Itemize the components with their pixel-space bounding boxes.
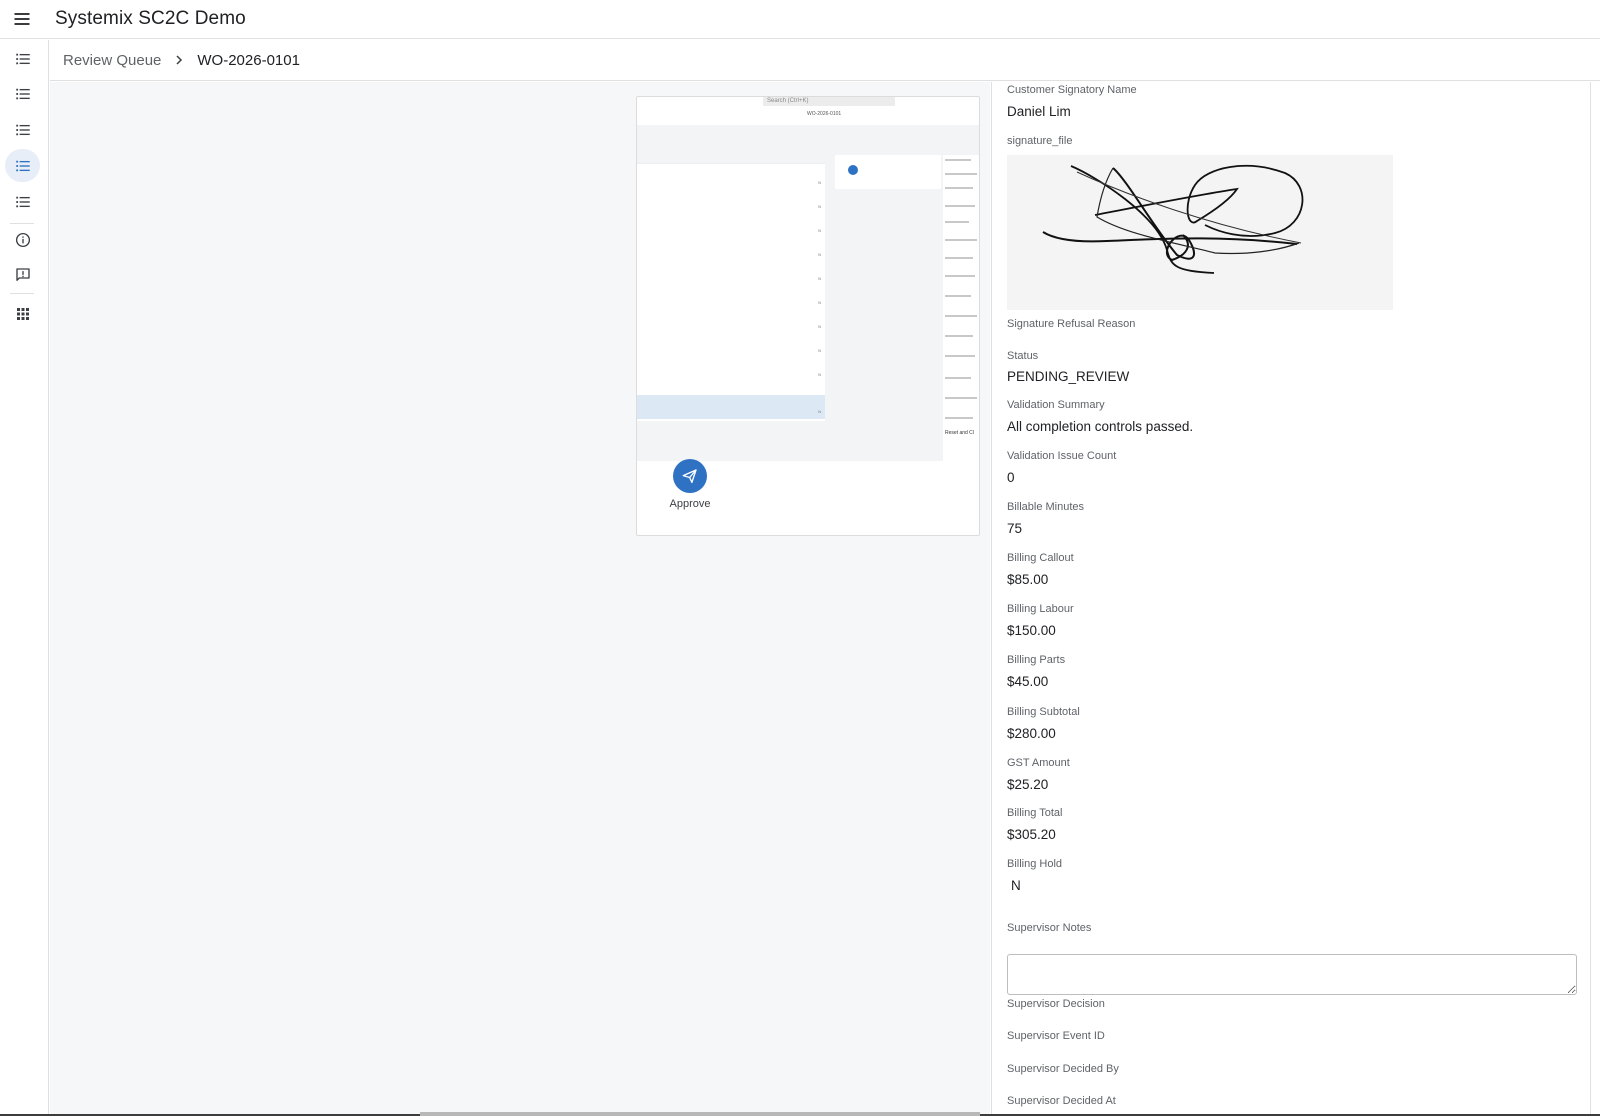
preview-line [945, 315, 977, 317]
preview-line [945, 187, 973, 189]
preview-line [945, 295, 971, 297]
billing-parts-label: Billing Parts [1007, 654, 1066, 666]
preview-side-button: Reset and Cl [945, 430, 974, 436]
preview-line [945, 397, 977, 399]
preview-line [945, 355, 975, 357]
breadcrumb-current: WO-2026-0101 [197, 51, 300, 69]
preview-line [945, 377, 971, 379]
menu-icon[interactable] [0, 0, 44, 39]
billable-minutes-label: Billable Minutes [1007, 501, 1085, 513]
supervisor-decision-label: Supervisor Decision [1007, 998, 1105, 1010]
preview-card: Search (Ctrl+K) WO-2026-0101 N N N N N N… [636, 96, 980, 536]
preview-selected-row: N [637, 395, 825, 419]
billing-total-label: Billing Total [1007, 807, 1063, 819]
preview-row: N [818, 348, 821, 353]
supervisor-notes-label: Supervisor Notes [1007, 922, 1092, 934]
billing-total-value: $305.20 [1007, 827, 1056, 842]
preview-line [945, 221, 969, 223]
signature-image [1007, 155, 1393, 310]
validation-summary-value: All completion controls passed. [1007, 419, 1194, 434]
status-label: Status [1007, 350, 1039, 362]
preview-list: N N N N N N N N N [637, 163, 825, 421]
billing-subtotal-value: $280.00 [1007, 726, 1056, 741]
preview-row: N [818, 276, 821, 281]
preview-line [945, 205, 975, 207]
billing-hold-label: Billing Hold [1007, 858, 1063, 870]
list-icon[interactable] [5, 185, 40, 218]
preview-search: Search (Ctrl+K) [763, 97, 895, 106]
supervisor-decided-at-label: Supervisor Decided At [1007, 1095, 1116, 1107]
customer-signatory-name-value: Daniel Lim [1007, 104, 1071, 119]
billing-hold-value: N [1011, 878, 1021, 893]
customer-signatory-name-label: Customer Signatory Name [1007, 84, 1137, 96]
preview-line [945, 335, 973, 337]
rail-divider [10, 293, 34, 294]
billing-labour-label: Billing Labour [1007, 603, 1074, 615]
preview-line [945, 239, 977, 241]
billing-callout-value: $85.00 [1007, 572, 1049, 587]
supervisor-event-id-label: Supervisor Event ID [1007, 1030, 1105, 1042]
validation-issue-count-label: Validation Issue Count [1007, 450, 1117, 462]
preview-body: N N N N N N N N N N Reset and Cl [637, 125, 979, 461]
billing-callout-label: Billing Callout [1007, 552, 1074, 564]
send-icon[interactable] [673, 459, 707, 493]
validation-summary-label: Validation Summary [1007, 399, 1105, 411]
billing-parts-value: $45.00 [1007, 674, 1049, 689]
preview-search-text: Search (Ctrl+K) [767, 98, 809, 104]
status-value: PENDING_REVIEW [1007, 369, 1130, 384]
chevron-right-icon [173, 54, 185, 66]
signature-file-label: signature_file [1007, 135, 1073, 147]
gst-amount-value: $25.20 [1007, 777, 1049, 792]
list-icon[interactable] [5, 113, 40, 146]
preview-line [945, 159, 971, 161]
preview-mini-card [835, 155, 941, 189]
horizontal-scrollbar[interactable] [420, 1112, 980, 1116]
preview-row: N [818, 204, 821, 209]
detail-panel: Customer Signatory Name Daniel Lim signa… [991, 82, 1591, 1116]
preview-line [945, 417, 973, 419]
main-content: Search (Ctrl+K) WO-2026-0101 N N N N N N… [50, 82, 990, 1116]
breadcrumb-review-queue[interactable]: Review Queue [63, 52, 161, 69]
preview-row: N [818, 324, 821, 329]
list-icon[interactable] [5, 77, 40, 110]
navigation-rail [0, 40, 49, 1116]
feedback-icon[interactable] [5, 258, 40, 291]
breadcrumb: Review Queue WO-2026-0101 [50, 40, 1600, 81]
preview-line [945, 173, 977, 175]
app-title: Systemix SC2C Demo [55, 8, 246, 29]
validation-issue-count-value: 0 [1007, 470, 1015, 485]
supervisor-decided-by-label: Supervisor Decided By [1007, 1063, 1119, 1075]
billing-subtotal-label: Billing Subtotal [1007, 706, 1080, 718]
preview-line [945, 257, 973, 259]
preview-crumb: WO-2026-0101 [807, 111, 842, 117]
preview-header: Search (Ctrl+K) WO-2026-0101 [637, 97, 979, 125]
billing-labour-value: $150.00 [1007, 623, 1056, 638]
app-bar: Systemix SC2C Demo [0, 0, 1600, 39]
preview-row: N [818, 300, 821, 305]
gst-amount-label: GST Amount [1007, 757, 1070, 769]
preview-row: N [818, 372, 821, 377]
approve-label: Approve [669, 498, 711, 510]
billable-minutes-value: 75 [1007, 521, 1023, 536]
preview-row: N [818, 228, 821, 233]
supervisor-notes-input[interactable] [1007, 954, 1577, 995]
preview-row: N [818, 252, 821, 257]
preview-mini-icon [848, 165, 858, 175]
signature-refusal-reason-label: Signature Refusal Reason [1007, 318, 1136, 330]
list-icon[interactable] [5, 42, 40, 75]
approve-button[interactable]: Approve [655, 459, 725, 510]
apps-grid-icon[interactable] [5, 297, 40, 330]
preview-line [945, 275, 975, 277]
preview-row: N [818, 180, 821, 185]
list-icon[interactable] [5, 149, 40, 182]
preview-side-panel [943, 155, 979, 461]
info-icon[interactable] [5, 223, 40, 256]
